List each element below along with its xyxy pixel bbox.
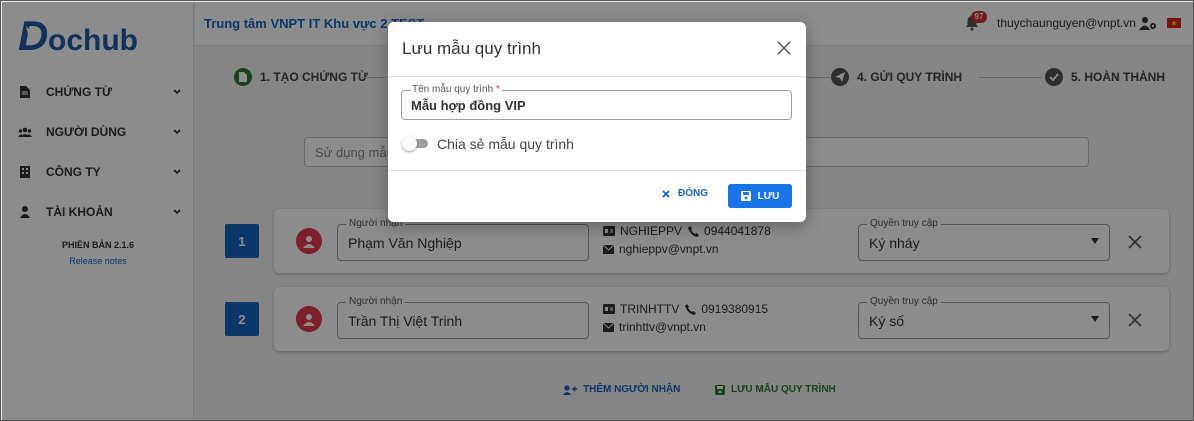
close-dialog-button[interactable]: ĐÓNG: [662, 188, 708, 199]
required-mark: *: [495, 84, 500, 95]
dialog-title: Lưu mẫu quy trình: [402, 39, 541, 58]
floppy-icon: [740, 191, 751, 201]
divider: [388, 170, 806, 171]
field-legend: Tên mẫu quy trình *: [410, 84, 502, 95]
template-name-value: Mẫu hợp đồng VIP: [411, 98, 526, 113]
template-name-legend: Tên mẫu quy trình: [412, 84, 494, 95]
close-dialog-label: ĐÓNG: [678, 188, 708, 199]
save-button[interactable]: LƯU: [728, 184, 792, 208]
share-toggle-label: Chia sẻ mẫu quy trình: [437, 136, 574, 152]
close-icon: [662, 189, 670, 198]
template-name-field[interactable]: Tên mẫu quy trình * Mẫu hợp đồng VIP: [401, 84, 792, 120]
save-template-dialog: Lưu mẫu quy trình Tên mẫu quy trình * Mẫ…: [388, 22, 806, 222]
toggle-thumb: [402, 136, 417, 151]
divider: [388, 76, 806, 77]
close-icon[interactable]: [776, 40, 792, 56]
save-label: LƯU: [757, 190, 780, 202]
app-window: D ochub CHỨNG TỪ NGƯỜI DÙNG CÔNG TY: [0, 0, 1194, 421]
share-toggle[interactable]: [402, 136, 428, 151]
